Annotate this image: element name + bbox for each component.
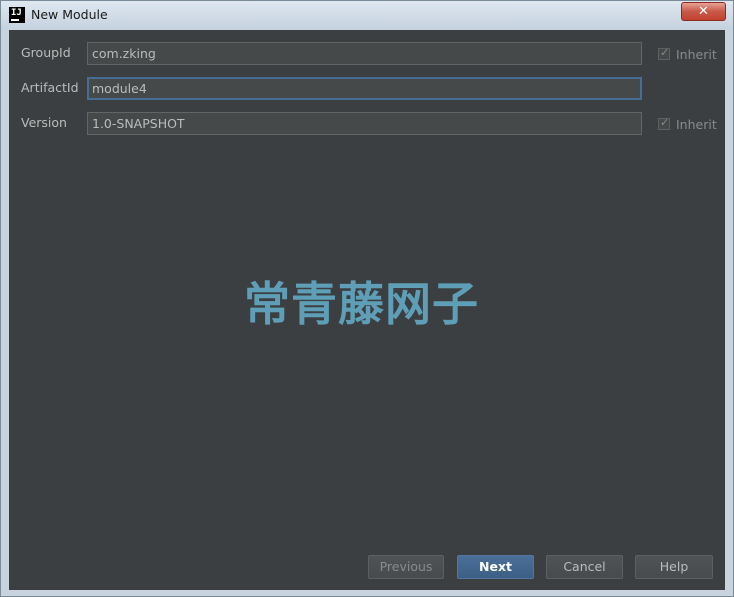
version-label: Version xyxy=(21,115,67,130)
title-bar[interactable]: IJ New Module ✕ xyxy=(1,1,733,30)
artifactid-label: ArtifactId xyxy=(21,80,79,95)
groupid-inherit-label: Inherit xyxy=(676,46,717,62)
version-inherit-checkbox[interactable]: ✓ Inherit xyxy=(658,116,717,132)
help-button[interactable]: Help xyxy=(635,555,713,579)
app-icon-text: IJ xyxy=(11,8,22,18)
version-field[interactable]: 1.0-SNAPSHOT xyxy=(87,112,642,135)
app-icon-bar xyxy=(11,19,19,21)
intellij-icon: IJ xyxy=(9,7,25,23)
close-button[interactable]: ✕ xyxy=(681,2,726,21)
cancel-button[interactable]: Cancel xyxy=(546,555,623,579)
window-title: New Module xyxy=(31,7,108,22)
groupid-inherit-checkbox[interactable]: ✓ Inherit xyxy=(658,46,717,62)
dialog-content: GroupId com.zking ✓ Inherit ArtifactId m… xyxy=(9,30,725,590)
watermark-text: 常青藤网子 xyxy=(244,277,479,331)
version-inherit-label: Inherit xyxy=(676,116,717,132)
next-button[interactable]: Next xyxy=(457,555,534,579)
previous-button[interactable]: Previous xyxy=(368,555,444,579)
check-icon: ✓ xyxy=(660,116,670,129)
close-icon: ✕ xyxy=(698,4,709,19)
groupid-label: GroupId xyxy=(21,45,71,60)
checkbox: ✓ xyxy=(658,116,670,130)
new-module-dialog: IJ New Module ✕ GroupId com.zking ✓ Inhe… xyxy=(0,0,734,597)
checkbox: ✓ xyxy=(658,46,670,60)
groupid-field[interactable]: com.zking xyxy=(87,42,642,65)
check-icon: ✓ xyxy=(660,46,670,59)
artifactid-field[interactable]: module4 xyxy=(87,77,642,100)
